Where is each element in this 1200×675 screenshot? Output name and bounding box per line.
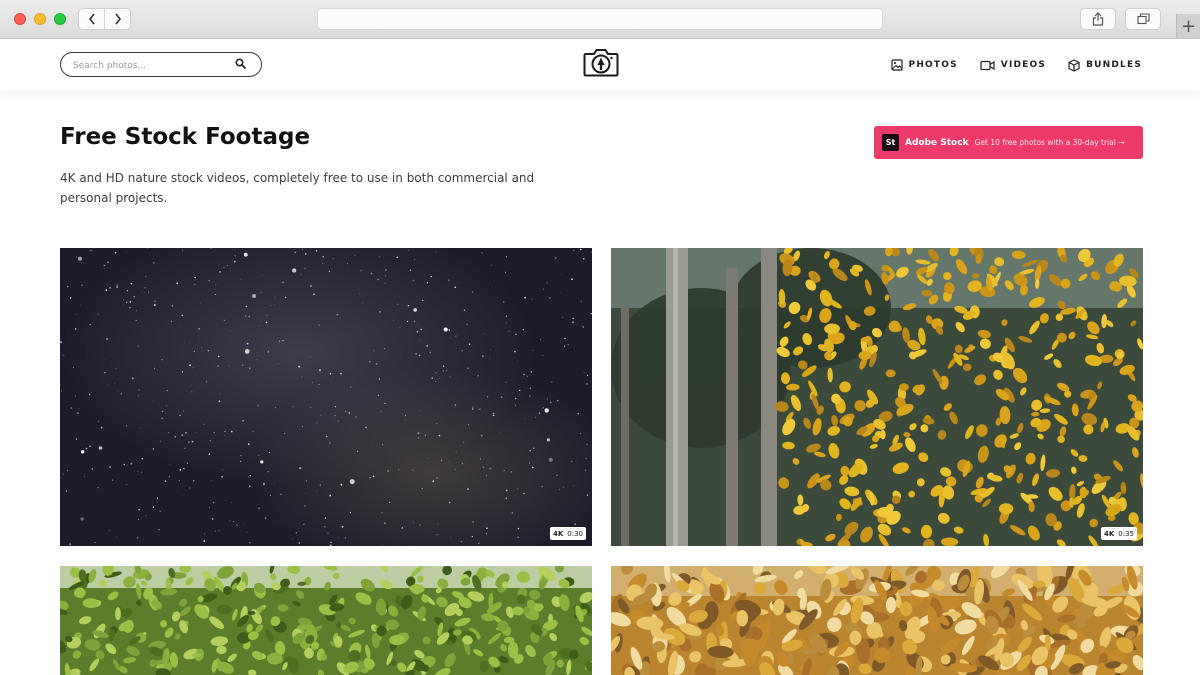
new-tab-button[interactable]: + <box>1176 14 1200 38</box>
video-badge: 4K 0:30 <box>549 527 586 540</box>
duration-label: 0:30 <box>567 529 583 538</box>
search-input[interactable] <box>71 56 235 75</box>
nav-bundles[interactable]: BUNDLES <box>1068 58 1142 72</box>
nav-photos[interactable]: PHOTOS <box>890 59 958 71</box>
nav-bundles-label: BUNDLES <box>1086 60 1142 70</box>
resolution-label: 4K <box>1103 529 1115 538</box>
page-description: 4K and HD nature stock videos, completel… <box>60 171 535 205</box>
search-box <box>60 52 262 77</box>
nav-photos-label: PHOTOS <box>908 60 958 70</box>
chevron-right-icon <box>114 13 121 25</box>
fallen-leaves-thumbnail <box>611 566 1143 675</box>
main-nav: PHOTOS VIDEOS BUNDLES <box>890 39 1142 91</box>
green-canopy-thumbnail <box>60 566 592 675</box>
video-card-green-canopy[interactable] <box>60 566 592 675</box>
nav-videos-label: VIDEOS <box>1000 60 1047 70</box>
maximize-window-button[interactable] <box>54 13 66 25</box>
address-bar[interactable] <box>317 8 883 30</box>
page-title: Free Stock Footage <box>60 124 311 150</box>
box-icon <box>1068 58 1080 72</box>
autumn-tree-thumbnail <box>611 248 1143 546</box>
camera-logo-icon[interactable] <box>583 46 619 78</box>
plus-icon: + <box>1180 15 1197 37</box>
back-button[interactable] <box>79 9 105 29</box>
forward-button[interactable] <box>105 9 130 29</box>
adobe-stock-logo-icon: St <box>882 134 899 151</box>
nav-videos[interactable]: VIDEOS <box>980 60 1046 71</box>
share-icon <box>1092 12 1104 26</box>
promo-text: Get 10 free photos with a 30-day trial → <box>974 138 1125 147</box>
starry-sky-thumbnail <box>60 248 592 546</box>
browser-toolbar: + <box>0 0 1200 39</box>
video-card-autumn-tree[interactable]: 4K 0:35 <box>611 248 1143 546</box>
chevron-left-icon <box>88 13 95 25</box>
search-icon[interactable] <box>235 58 246 69</box>
video-card-starry-sky[interactable]: 4K 0:30 <box>60 248 592 546</box>
video-badge: 4K 0:35 <box>1100 527 1137 540</box>
close-window-button[interactable] <box>14 13 26 25</box>
resolution-label: 4K <box>552 529 564 538</box>
show-tabs-button[interactable] <box>1125 8 1161 30</box>
adobe-stock-promo-button[interactable]: St Adobe Stock Get 10 free photos with a… <box>874 126 1143 159</box>
share-button[interactable] <box>1080 8 1116 30</box>
history-nav <box>78 8 131 30</box>
site-header: PHOTOS VIDEOS BUNDLES <box>0 39 1200 91</box>
minimize-window-button[interactable] <box>34 13 46 25</box>
promo-brand: Adobe Stock <box>905 137 969 148</box>
video-camera-icon <box>980 60 995 70</box>
tabs-icon <box>1136 13 1150 25</box>
image-icon <box>890 59 903 71</box>
video-card-fallen-leaves[interactable] <box>611 566 1143 675</box>
duration-label: 0:35 <box>1118 529 1134 538</box>
